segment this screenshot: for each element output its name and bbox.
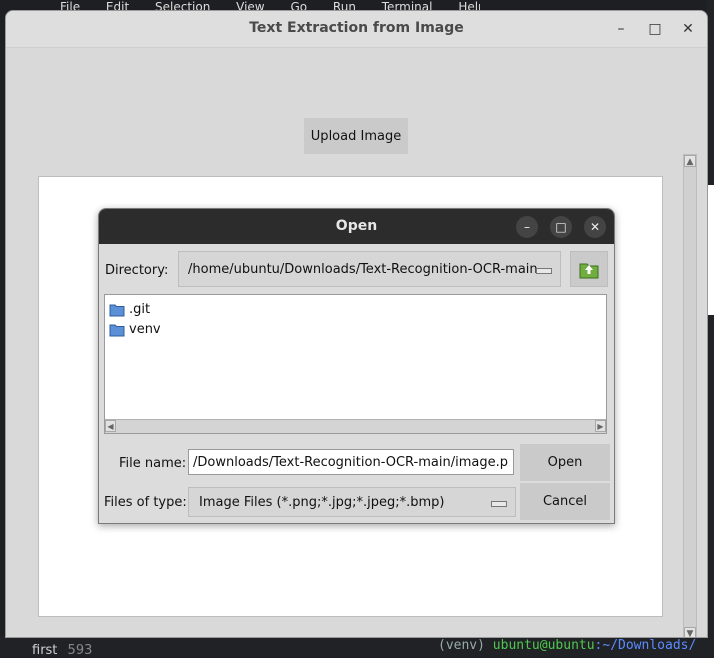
close-icon[interactable]: ✕ — [677, 18, 699, 40]
dialog-minimize-icon[interactable]: – — [516, 216, 538, 238]
background-terminal-line: (venv) ubuntu@ubuntu:~/Downloads/ — [438, 638, 696, 653]
horizontal-scrollbar[interactable]: ◀ ▶ — [105, 419, 606, 433]
bg-first-label: first — [32, 643, 58, 658]
dropdown-icon — [491, 501, 507, 507]
app-title: Text Extraction from Image — [249, 20, 464, 36]
dialog-titlebar[interactable]: Open – □ ✕ — [99, 209, 614, 244]
bg-first-number: 593 — [67, 643, 93, 658]
open-dialog: Open – □ ✕ Directory: /home/ubuntu/Downl… — [98, 208, 615, 524]
scroll-up-icon[interactable]: ▲ — [684, 155, 696, 167]
bg-terminal-path: :~/Downloads/ — [594, 638, 697, 653]
bg-terminal-prefix: (venv) — [438, 638, 485, 653]
directory-combobox[interactable]: /home/ubuntu/Downloads/Text-Recognition-… — [178, 251, 561, 287]
up-folder-button[interactable] — [570, 251, 608, 287]
minimize-icon[interactable]: – — [610, 18, 632, 40]
app-titlebar[interactable]: Text Extraction from Image – □ ✕ — [6, 11, 707, 48]
list-item[interactable]: venv — [109, 320, 161, 340]
list-item[interactable]: .git — [109, 300, 150, 320]
files-of-type-label: Files of type: — [104, 495, 187, 510]
file-item-label: .git — [129, 302, 151, 317]
open-button[interactable]: Open — [520, 444, 610, 481]
scroll-left-icon[interactable]: ◀ — [105, 420, 116, 432]
directory-label: Directory: — [105, 263, 168, 278]
scroll-right-icon[interactable]: ▶ — [595, 420, 606, 432]
folder-up-icon — [579, 263, 599, 279]
file-list[interactable]: .git venv ◀ ▶ — [104, 294, 607, 434]
directory-label-text: Directory: — [105, 263, 169, 278]
dropdown-icon — [536, 268, 552, 274]
background-sidebar-text: first 593 — [32, 643, 92, 658]
directory-value: /home/ubuntu/Downloads/Text-Recognition-… — [188, 262, 538, 277]
file-name-field[interactable] — [188, 449, 514, 475]
scroll-down-icon[interactable]: ▼ — [684, 627, 696, 637]
folder-icon — [109, 304, 125, 316]
file-item-label: venv — [129, 322, 161, 337]
cancel-button[interactable]: Cancel — [520, 483, 610, 520]
dialog-close-icon[interactable]: ✕ — [584, 216, 606, 238]
vertical-scrollbar[interactable]: ▲ ▼ — [683, 154, 697, 637]
bg-terminal-user: ubuntu@ubuntu — [492, 638, 595, 653]
upload-image-button[interactable]: Upload Image — [304, 118, 408, 154]
file-name-label: File name: — [119, 456, 187, 471]
folder-icon — [109, 324, 125, 336]
file-type-value: Image Files (*.png;*.jpg;*.jpeg;*.bmp) — [199, 495, 445, 510]
file-type-combobox[interactable]: Image Files (*.png;*.jpg;*.jpeg;*.bmp) — [188, 487, 516, 517]
maximize-icon[interactable]: □ — [644, 18, 666, 40]
dialog-maximize-icon[interactable]: □ — [550, 216, 572, 238]
